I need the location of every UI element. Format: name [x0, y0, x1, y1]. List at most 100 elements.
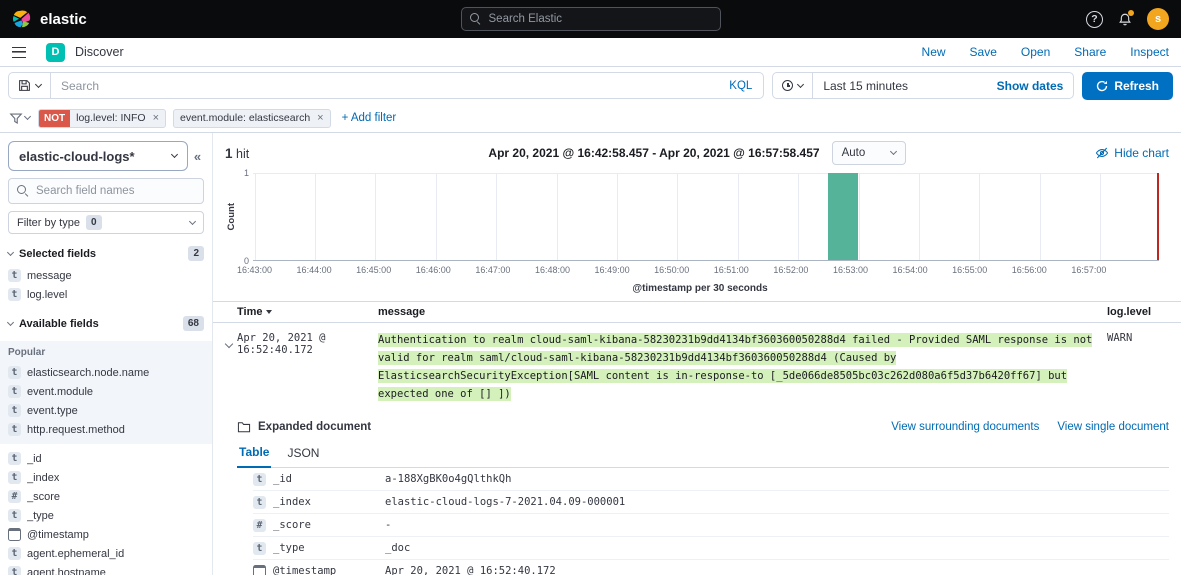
field-item[interactable]: t elasticsearch.node.name — [8, 363, 204, 382]
remove-filter-icon[interactable] — [152, 112, 165, 124]
column-time[interactable]: Time — [237, 306, 378, 318]
column-message: message — [378, 306, 1107, 318]
grid-line — [919, 173, 920, 260]
filter-options-button[interactable] — [9, 112, 30, 125]
field-item[interactable]: t event.module — [8, 382, 204, 401]
text-field-icon: t — [8, 385, 21, 398]
filter-by-type-button[interactable]: Filter by type 0 — [8, 211, 204, 234]
tab-table[interactable]: Table — [237, 443, 271, 468]
field-name: @timestamp — [27, 529, 89, 541]
alerts-icon[interactable] — [1118, 12, 1132, 27]
chevron-down-icon — [7, 318, 14, 325]
add-filter-button[interactable]: + Add filter — [342, 112, 397, 124]
histogram-plot[interactable] — [253, 173, 1159, 261]
query-input[interactable] — [51, 79, 718, 93]
x-axis-label: 16:50:00 — [654, 265, 689, 275]
field-item[interactable]: t message — [8, 266, 204, 285]
field-name: message — [27, 270, 72, 282]
x-axis-label: 16:44:00 — [297, 265, 332, 275]
menu-icon[interactable] — [12, 47, 26, 58]
refresh-button[interactable]: Refresh — [1082, 72, 1173, 100]
doc-view-link[interactable]: View single document — [1057, 421, 1169, 433]
filter-pill[interactable]: event.module: elasticsearch — [173, 109, 331, 128]
grid-line — [859, 173, 860, 260]
filter-pill-label: event.module: elasticsearch — [174, 112, 316, 124]
popular-fields-block: Popular t elasticsearch.node.name t even… — [0, 341, 212, 444]
doc-field-value: - — [385, 519, 1169, 531]
selected-fields-label: Selected fields — [19, 248, 96, 260]
doc-view-link[interactable]: View surrounding documents — [891, 421, 1039, 433]
fields-sidebar: elastic-cloud-logs* « Filter by type 0 S… — [0, 133, 213, 575]
field-item[interactable]: t log.level — [8, 285, 204, 304]
interval-select[interactable]: Auto — [832, 141, 906, 165]
nav-action-link[interactable]: Inspect — [1130, 45, 1169, 59]
x-axis-label: 16:53:00 — [833, 265, 868, 275]
nav-action-link[interactable]: Save — [970, 45, 997, 59]
field-item[interactable]: t event.type — [8, 401, 204, 420]
brand-name: elastic — [40, 11, 87, 28]
nav-action-link[interactable]: Open — [1021, 45, 1050, 59]
help-icon[interactable] — [1086, 11, 1103, 28]
message-highlight: Authentication to realm cloud-saml-kiban… — [378, 333, 1092, 401]
available-fields-label: Available fields — [19, 318, 99, 330]
field-item[interactable]: t agent.hostname — [8, 563, 204, 575]
breadcrumb[interactable]: Discover — [75, 45, 124, 59]
query-language-button[interactable]: KQL — [718, 80, 763, 92]
grid-line — [677, 173, 678, 260]
field-search-input[interactable] — [8, 178, 204, 204]
doc-field-name: _score — [273, 519, 385, 531]
y-axis-ticks: 01 — [237, 173, 253, 261]
nav-action-link[interactable]: Share — [1074, 45, 1106, 59]
hide-chart-button[interactable]: Hide chart — [1019, 146, 1169, 160]
doc-fields-table: t _id a-188XgBK0o4gQlthkQh t _index elas… — [253, 468, 1169, 575]
histogram-chart: Count 01 16:43:0016:44:0016:45:0016:46:0… — [213, 167, 1181, 301]
tab-json[interactable]: JSON — [285, 443, 321, 467]
field-item[interactable]: t agent.ephemeral_id — [8, 544, 204, 563]
global-search-input[interactable] — [489, 13, 712, 25]
remove-filter-icon[interactable] — [316, 112, 329, 124]
field-item[interactable]: t _id — [8, 449, 204, 468]
show-dates-button[interactable]: Show dates — [987, 79, 1074, 93]
user-avatar[interactable]: s — [1147, 8, 1169, 30]
saved-query-button[interactable] — [9, 73, 51, 98]
field-item[interactable]: t http.request.method — [8, 420, 204, 439]
doc-field-row: t _id a-188XgBK0o4gQlthkQh — [253, 468, 1169, 491]
histogram-bar[interactable] — [828, 173, 858, 260]
time-range-button[interactable]: Last 15 minutes — [813, 79, 986, 93]
text-field-icon: t — [8, 547, 21, 560]
field-item[interactable]: @timestamp — [8, 525, 204, 544]
x-axis-label: 16:43:00 — [237, 265, 272, 275]
search-icon — [17, 185, 29, 197]
filter-by-type-count: 0 — [86, 215, 102, 230]
field-name: http.request.method — [27, 424, 125, 436]
expanded-doc-tabs: Table JSON — [237, 443, 1169, 468]
x-axis-label: 16:57:00 — [1071, 265, 1106, 275]
doc-loglevel-cell: WARN — [1107, 330, 1169, 344]
doc-row: Apr 20, 2021 @ 16:52:40.172 Authenticati… — [213, 323, 1181, 411]
global-search[interactable] — [461, 7, 721, 31]
y-axis-title: Count — [225, 173, 237, 261]
filter-pill[interactable]: NOT log.level: INFO — [38, 109, 166, 128]
selected-fields-count: 2 — [188, 246, 204, 261]
chevron-down-icon — [35, 80, 42, 87]
selected-fields-toggle[interactable]: Selected fields 2 — [8, 246, 204, 261]
field-item[interactable]: t _index — [8, 468, 204, 487]
nav-action-link[interactable]: New — [922, 45, 946, 59]
available-fields-toggle[interactable]: Available fields 68 — [8, 316, 204, 331]
date-field-icon — [8, 528, 21, 541]
filter-pills: NOT log.level: INFO event.module: elasti… — [38, 109, 331, 128]
field-name: _score — [27, 491, 60, 503]
grid-line — [738, 173, 739, 260]
grid-line — [1040, 173, 1041, 260]
collapse-row-icon[interactable] — [221, 334, 237, 352]
collapse-sidebar-icon[interactable]: « — [191, 149, 204, 164]
field-item[interactable]: # _score — [8, 487, 204, 506]
index-pattern-picker[interactable]: elastic-cloud-logs* — [8, 141, 188, 171]
time-menu-button[interactable] — [773, 73, 813, 98]
field-item[interactable]: t _type — [8, 506, 204, 525]
doc-field-value: _doc — [385, 542, 1169, 554]
filter-negate-badge: NOT — [39, 110, 70, 127]
x-axis-label: 16:56:00 — [1012, 265, 1047, 275]
grid-line — [798, 173, 799, 260]
x-axis-label: 16:55:00 — [952, 265, 987, 275]
